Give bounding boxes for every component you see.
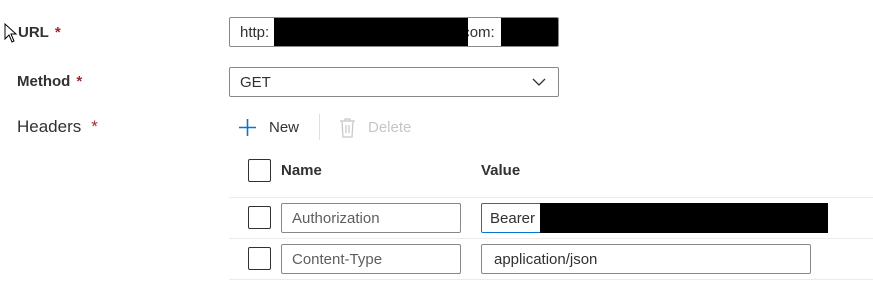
header-value-text: application/json [494,250,598,268]
method-label-text: Method [17,73,71,90]
method-selected-value: GET [240,73,271,91]
new-header-label: New [269,118,300,136]
header-name-input[interactable]: Authorization [281,203,461,233]
add-icon [239,118,256,136]
select-all-checkbox[interactable] [248,159,271,182]
delete-header-button[interactable]: Delete [339,114,411,140]
headers-label-text: Headers [17,117,82,136]
table-row-divider [229,238,873,239]
header-value-text: Bearer [490,209,536,227]
table-divider [229,197,873,198]
header-value-redaction [540,203,828,233]
headers-required-mark: * [91,117,98,136]
url-label-text: URL [18,24,49,41]
column-header-name: Name [281,162,322,179]
url-required-mark: * [54,24,61,41]
method-required-mark: * [76,73,83,90]
toolbar-divider [319,114,320,140]
mouse-cursor-icon [4,23,18,43]
header-name-input[interactable]: Content-Type [281,244,461,274]
url-label: URL * [18,24,61,41]
trash-icon [340,117,355,138]
url-input[interactable]: http: com: [229,17,559,47]
table-row-divider [229,279,873,280]
method-label: Method * [17,73,82,90]
headers-label: Headers * [17,117,98,137]
header-value-input[interactable]: application/json [481,244,811,274]
row-checkbox[interactable] [248,247,271,270]
url-redaction [274,18,468,46]
column-header-value: Value [481,162,521,179]
chevron-down-icon [532,78,546,86]
method-dropdown[interactable]: GET [229,67,559,97]
url-value-prefix: http: [240,23,270,41]
header-name-placeholder: Content-Type [292,250,383,268]
url-redaction-end [501,18,558,46]
delete-header-label: Delete [368,118,412,136]
row-checkbox[interactable] [248,206,271,229]
header-name-placeholder: Authorization [292,209,380,227]
new-header-button[interactable]: New [238,114,299,140]
